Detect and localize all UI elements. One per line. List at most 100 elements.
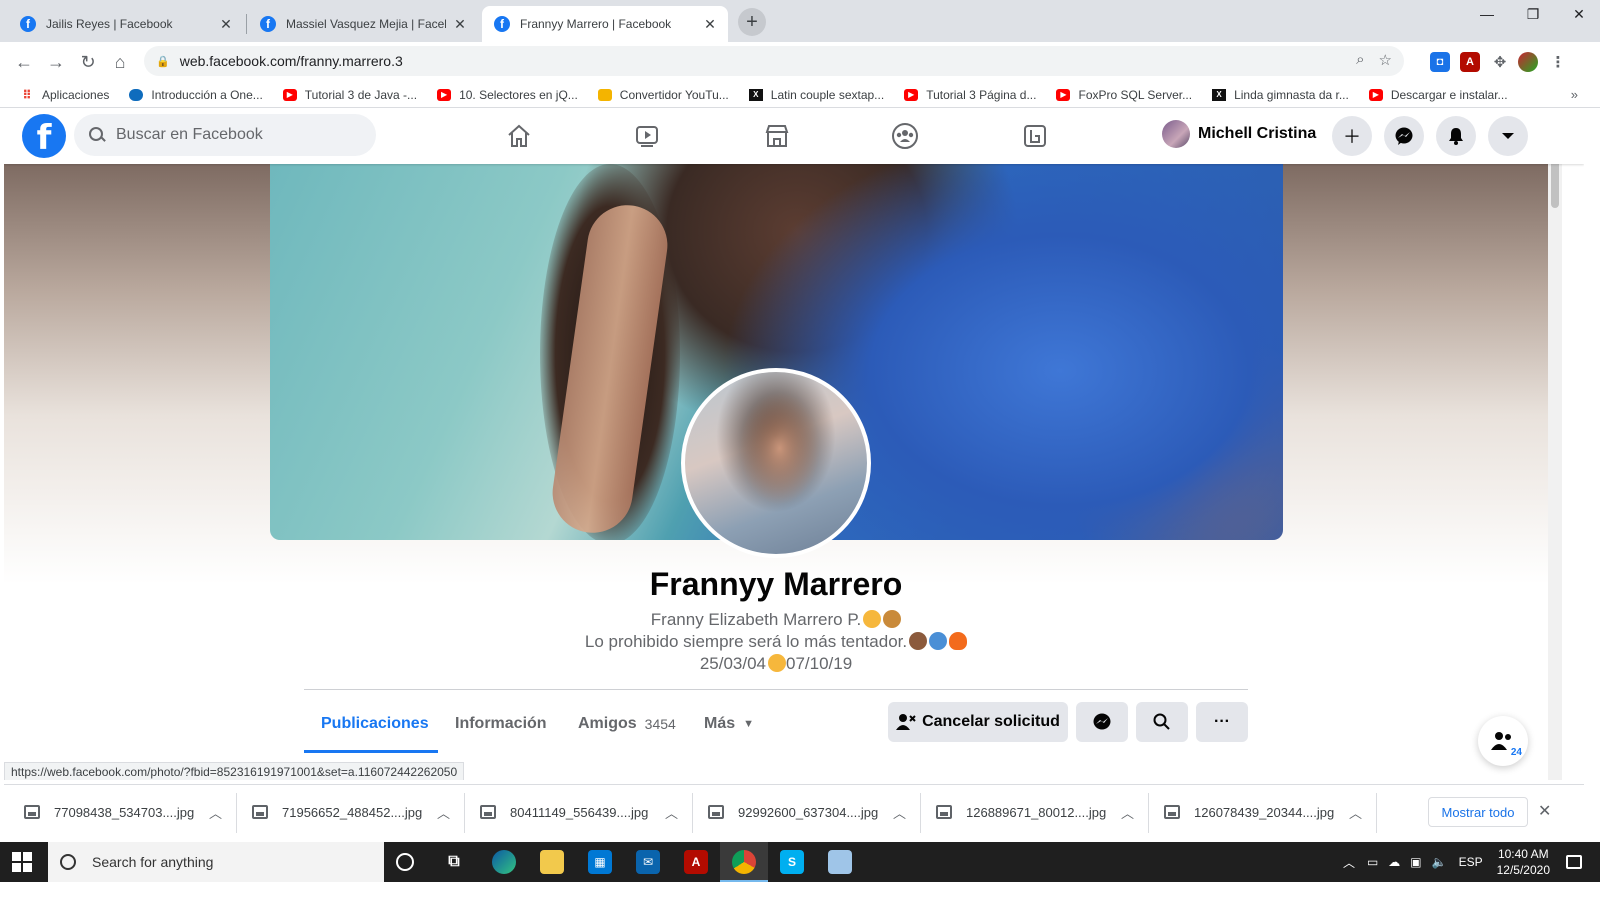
volume-icon[interactable]: 🔈 [1432,855,1447,869]
network-icon[interactable]: ▣ [1410,855,1421,869]
profile-picture[interactable] [681,368,871,558]
more-options-button[interactable]: ··· [1196,702,1248,742]
tray-chevron-up-icon[interactable]: ︿ [1343,854,1355,871]
file-explorer-icon[interactable] [540,850,564,874]
close-shelf-icon[interactable]: ✕ [1538,801,1551,821]
store-icon[interactable]: ▦ [588,850,612,874]
download-item[interactable]: 126889671_80012....jpg ︿ [936,795,1134,829]
bookmark-star-icon[interactable]: ☆ [1379,51,1392,69]
emoji-icon [768,654,786,672]
message-button[interactable] [1076,702,1128,742]
url-text: web.facebook.com/franny.marrero.3 [179,53,403,69]
edge-browser-icon[interactable] [492,850,516,874]
account-menu-button[interactable] [1488,116,1528,156]
create-plus-button[interactable]: ＋ [1332,116,1372,156]
facebook-search-input[interactable]: Buscar en Facebook [74,114,376,156]
bookmark-item[interactable]: ▶ Tutorial 3 Página d... [904,88,1036,102]
system-clock[interactable]: 10:40 AM 12/5/2020 [1497,846,1550,878]
bookmark-item[interactable]: ▶ Descargar e instalar... [1368,88,1508,102]
taskbar-search-input[interactable]: Search for anything [48,842,384,882]
chevron-up-icon[interactable]: ︿ [437,803,450,822]
profile-divider [304,689,1248,690]
action-center-icon[interactable] [1566,855,1582,869]
home-icon[interactable]: ⌂ [104,46,136,78]
cortana-icon[interactable] [396,853,414,871]
chevron-up-icon[interactable]: ︿ [1349,803,1362,822]
bookmark-item[interactable]: ▶ Tutorial 3 de Java -... [282,88,417,102]
groups-nav-icon[interactable] [850,116,960,156]
forward-arrow-icon[interactable]: → [40,46,72,78]
browser-tab[interactable]: f Massiel Vasquez Mejia | Facebook ✕ [248,6,478,42]
bookmark-item[interactable]: ⠿ Aplicaciones [20,88,109,102]
browser-tab[interactable]: f Jailis Reyes | Facebook ✕ [8,6,244,42]
chrome-icon[interactable] [732,850,756,874]
windows-start-icon[interactable] [12,852,32,872]
bookmark-item[interactable]: Introducción a One... [129,88,263,102]
tab-amigos[interactable]: Amigos 3454 [578,704,676,744]
page-scrollbar[interactable] [1548,108,1562,780]
tab-mas[interactable]: Más ▼ [704,704,754,744]
download-filename: 126078439_20344....jpg [1194,804,1335,820]
bookmarks-overflow-icon[interactable]: » [1571,87,1578,102]
chevron-up-icon[interactable]: ︿ [665,803,678,822]
new-tab-button[interactable]: + [738,8,766,36]
bookmark-item[interactable]: ▶ FoxPro SQL Server... [1056,88,1192,102]
extensions-puzzle-icon[interactable]: ✥ [1490,52,1510,72]
profile-avatar-icon[interactable] [1518,52,1538,72]
close-tab-icon[interactable]: ✕ [218,16,234,33]
close-tab-icon[interactable]: ✕ [702,16,718,33]
download-item[interactable]: 71956652_488452....jpg ︿ [252,795,450,829]
notepad-icon[interactable] [828,850,852,874]
download-item[interactable]: 77098438_534703....jpg ︿ [24,795,222,829]
download-item[interactable]: 126078439_20344....jpg ︿ [1164,795,1362,829]
close-tab-icon[interactable]: ✕ [452,16,468,33]
contacts-float-button[interactable]: 24 [1478,716,1528,766]
address-bar[interactable]: 🔒 web.facebook.com/franny.marrero.3 ⌕ ☆ [144,46,1404,76]
emoji-icon [883,610,902,628]
watch-video-nav-icon[interactable] [592,116,702,156]
minimize-window-icon[interactable]: — [1464,0,1510,28]
pdf-extension-icon[interactable]: A [1460,52,1480,72]
mail-icon[interactable]: ✉ [636,850,660,874]
gaming-nav-icon[interactable] [980,116,1090,156]
skype-icon[interactable]: S [780,850,804,874]
home-nav-icon[interactable] [464,116,574,156]
back-arrow-icon[interactable]: ← [8,46,40,78]
acrobat-icon[interactable]: A [684,850,708,874]
language-indicator[interactable]: ESP [1459,855,1483,869]
profile-search-button[interactable] [1136,702,1188,742]
chrome-menu-icon[interactable]: ⋮ [1548,52,1568,72]
chevron-up-icon[interactable]: ︿ [209,803,222,822]
messenger-button[interactable] [1384,116,1424,156]
chevron-up-icon[interactable]: ︿ [1121,803,1134,822]
marketplace-nav-icon[interactable] [722,116,832,156]
show-all-downloads-button[interactable]: Mostrar todo [1428,797,1528,827]
browser-tab-active[interactable]: f Frannyy Marrero | Facebook ✕ [482,6,728,42]
notifications-bell-button[interactable] [1436,116,1476,156]
youtube-icon: ▶ [904,88,919,101]
current-user-chip[interactable]: Michell Cristina [1162,120,1316,148]
zoom-icon[interactable]: ⌕ [1356,51,1364,69]
bookmark-item[interactable]: X Latin couple sextap... [748,88,884,102]
image-file-icon [1164,805,1180,819]
chevron-up-icon[interactable]: ︿ [893,803,906,822]
bookmark-item[interactable]: ▶ 10. Selectores en jQ... [437,88,578,102]
restore-window-icon[interactable]: ❐ [1510,0,1556,28]
onedrive-tray-icon[interactable]: ☁ [1388,855,1400,869]
download-item[interactable]: 92992600_637304....jpg ︿ [708,795,906,829]
extension-icon[interactable]: ◘ [1430,52,1450,72]
tab-informacion[interactable]: Información [455,704,547,744]
bookmark-item[interactable]: X Linda gimnasta da r... [1212,88,1349,102]
x-site-icon: X [748,88,763,101]
tab-publicaciones[interactable]: Publicaciones [321,704,429,744]
task-view-icon[interactable]: ⧉ [442,850,466,874]
shelf-separator [920,793,921,833]
reload-icon[interactable]: ↻ [72,46,104,78]
close-window-icon[interactable]: ✕ [1556,0,1600,28]
battery-icon[interactable]: ▭ [1367,855,1378,869]
youtube-icon: ▶ [282,88,297,101]
facebook-logo-icon[interactable]: f [22,114,66,158]
bookmark-item[interactable]: Convertidor YouTu... [597,88,729,102]
cancel-request-button[interactable]: Cancelar solicitud [888,702,1068,742]
download-item[interactable]: 80411149_556439....jpg ︿ [480,795,678,829]
